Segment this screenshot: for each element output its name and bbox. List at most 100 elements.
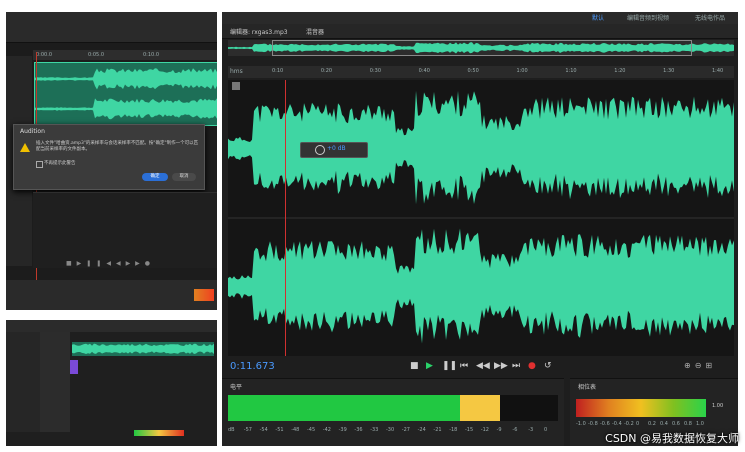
level-scale-tick: -27 bbox=[401, 427, 410, 433]
ok-button[interactable]: 确定 bbox=[142, 173, 168, 181]
tab-mixer[interactable]: 混音器 bbox=[306, 27, 324, 36]
phase-scale-tick: 0.2 bbox=[648, 421, 656, 427]
watermark: CSDN @易我数据恢复大师 bbox=[605, 432, 739, 445]
loop-button[interactable]: ↺ bbox=[544, 361, 552, 371]
ruler-tick: 1:40 bbox=[712, 68, 724, 74]
left-top-panel: 0:00.0 0:05.0 0:10.0 Audition 插入文件"哈曲资.a… bbox=[6, 12, 217, 310]
level-scale-tick: -45 bbox=[307, 427, 316, 433]
level-panel-label: 电平 bbox=[230, 384, 243, 391]
dialog-title: Audition bbox=[20, 128, 45, 135]
level-scale-tick: -57 bbox=[243, 427, 252, 433]
level-scale-tick: -15 bbox=[465, 427, 474, 433]
level-scale-tick: -21 bbox=[433, 427, 442, 433]
main-waveform bbox=[228, 90, 734, 344]
ruler-tick: 1:30 bbox=[663, 68, 675, 74]
hud-volume[interactable]: +0 dB bbox=[300, 142, 368, 158]
level-yellow bbox=[460, 395, 500, 421]
left-level-meter bbox=[194, 289, 214, 301]
phase-scale-tick: -0.6 bbox=[600, 421, 610, 427]
phase-scale-tick: 0.6 bbox=[672, 421, 680, 427]
dont-show-checkbox[interactable] bbox=[36, 161, 43, 168]
level-scale-tick: -48 bbox=[291, 427, 300, 433]
time-display: 0:11.673 bbox=[230, 361, 275, 372]
dont-show-label: 不再提示此警告 bbox=[44, 161, 76, 166]
fast-forward-button[interactable]: ▶▶ bbox=[494, 361, 508, 371]
workspace-tab-default[interactable]: 默认 bbox=[592, 13, 604, 22]
sample-rate-dialog: Audition 插入文件"哈曲资.amp3"的采样率与会话采样率不匹配。按"确… bbox=[13, 124, 205, 190]
mini-clip-waveform bbox=[72, 343, 214, 354]
mini-clip[interactable] bbox=[72, 342, 214, 356]
mini-purple-clip[interactable] bbox=[70, 360, 78, 374]
hud-value: +0 dB bbox=[327, 145, 346, 152]
level-green bbox=[228, 395, 460, 421]
left-ruler: 0:00.0 0:05.0 0:10.0 bbox=[33, 50, 217, 60]
overview-zoom-window[interactable] bbox=[272, 40, 692, 56]
cancel-button[interactable]: 取消 bbox=[172, 173, 196, 181]
dialog-message: 插入文件"哈曲资.amp3"的采样率与会话采样率不匹配。按"确定"制作一个可以匹… bbox=[36, 141, 199, 152]
phase-scale-tick: -0.2 bbox=[624, 421, 634, 427]
workspace-tab-radio[interactable]: 无线电作品 bbox=[695, 13, 725, 22]
level-scale-tick: 0 bbox=[544, 427, 548, 433]
phase-panel-label: 相位表 bbox=[578, 384, 597, 391]
rewind-button[interactable]: ◀◀ bbox=[476, 361, 490, 371]
level-scale-tick: -33 bbox=[370, 427, 379, 433]
warning-icon bbox=[20, 143, 30, 152]
mini-track-headers bbox=[40, 332, 70, 432]
ruler-tick: 1:20 bbox=[614, 68, 626, 74]
left-ruler-tick: 0:10.0 bbox=[143, 52, 159, 58]
workspace-tab-edit-video[interactable]: 编辑音频到视频 bbox=[627, 13, 669, 22]
left-clip[interactable] bbox=[34, 62, 217, 126]
level-scale-tick: -39 bbox=[338, 427, 347, 433]
ruler-tick: 0:50 bbox=[467, 68, 479, 74]
pause-button[interactable]: ❚❚ bbox=[442, 361, 457, 371]
phase-scale-tick: 0.4 bbox=[660, 421, 668, 427]
level-scale-tick: -18 bbox=[449, 427, 458, 433]
zoom-controls: ⊕⊖⊞ bbox=[684, 361, 717, 370]
left-bottom-panel bbox=[6, 320, 217, 446]
time-ruler[interactable]: hms 0:10 0:20 0:30 0:40 0:50 1:00 1:10 1:20 1:30… bbox=[228, 66, 734, 78]
level-panel: 电平 dB -57 -54 -51 -48 -45 -42 -39 -36 -33 -30 -27 -2… bbox=[222, 378, 564, 446]
level-scale-tick: -24 bbox=[417, 427, 426, 433]
left-clip-waveform bbox=[35, 68, 217, 120]
go-end-button[interactable]: ⏭ bbox=[512, 361, 520, 371]
tab-editor[interactable]: 编辑器: rxgas3.mp3 bbox=[230, 27, 288, 36]
level-scale-tick: -54 bbox=[259, 427, 268, 433]
ruler-tick: 0:20 bbox=[320, 68, 333, 74]
play-button[interactable]: ▶ bbox=[426, 361, 433, 371]
ruler-tick: 1:00 bbox=[516, 68, 528, 74]
level-scale-tick: -36 bbox=[354, 427, 363, 433]
ruler-tick: 0:10 bbox=[272, 68, 284, 74]
phase-scale-tick: -0.8 bbox=[588, 421, 598, 427]
stop-button[interactable]: ■ bbox=[410, 361, 419, 371]
go-start-button[interactable]: ⏮ bbox=[460, 361, 468, 371]
phase-meter-bar bbox=[576, 399, 706, 417]
phase-scale-tick: 0 bbox=[636, 421, 640, 427]
ruler-tick: 0:30 bbox=[369, 68, 381, 74]
level-scale-tick: -30 bbox=[386, 427, 395, 433]
phase-scale-tick: -0.4 bbox=[612, 421, 622, 427]
phase-value: 1.00 bbox=[712, 403, 724, 409]
left-ruler-tick: 0:00.0 bbox=[36, 52, 52, 58]
left-top-toolbar bbox=[6, 12, 217, 43]
level-scale-tick: -9 bbox=[496, 427, 502, 433]
phase-scale-tick: -1.0 bbox=[576, 421, 586, 427]
record-button[interactable]: ● bbox=[528, 361, 536, 371]
level-scale-tick: -3 bbox=[528, 427, 534, 433]
playhead[interactable] bbox=[285, 80, 286, 356]
overview-bar[interactable] bbox=[228, 40, 734, 56]
phase-scale-tick: 0.8 bbox=[684, 421, 692, 427]
level-scale-tick: -12 bbox=[480, 427, 489, 433]
left-ruler-tick: 0:05.0 bbox=[88, 52, 104, 58]
editor-tabs-bar: 编辑器: rxgas3.mp3 混音器 bbox=[222, 24, 738, 39]
volume-knob-icon bbox=[315, 145, 325, 155]
level-scale-tick: -51 bbox=[275, 427, 284, 433]
left-bottom-bar bbox=[6, 280, 217, 310]
left-empty-tracks bbox=[33, 192, 217, 268]
mini-toolbar bbox=[6, 320, 217, 332]
level-scale-tick: -42 bbox=[322, 427, 331, 433]
mini-level-meter bbox=[134, 430, 184, 436]
waveform-area[interactable]: +0 dB bbox=[228, 80, 734, 356]
ruler-tick: 1:10 bbox=[565, 68, 577, 74]
level-meter-bar bbox=[228, 395, 558, 421]
ruler-unit: hms bbox=[230, 68, 243, 75]
